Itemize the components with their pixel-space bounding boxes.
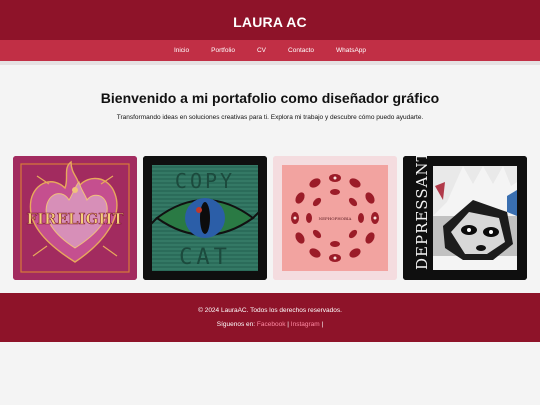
copyright-text: © 2024 LauraAC. Todos los derechos reser…	[198, 307, 342, 314]
copycat-title-top: COPY	[175, 169, 235, 193]
site-header: LAURA AC	[0, 0, 540, 40]
nav-whatsapp[interactable]: WhatsApp	[336, 47, 366, 54]
facebook-link[interactable]: Facebook	[257, 321, 286, 328]
link-separator-end: |	[321, 321, 324, 328]
follow-label: Síguenos en:	[216, 321, 256, 328]
eye-icon: COPY CAT	[143, 156, 267, 280]
site-footer: © 2024 LauraAC. Todos los derechos reser…	[0, 293, 540, 342]
eyes-ring-icon: NEPHOPHOBIA	[273, 156, 397, 280]
nav-inicio[interactable]: Inicio	[174, 47, 189, 54]
portfolio-item-depressant[interactable]: DEPRESSANT	[403, 156, 527, 280]
raccoon-icon: DEPRESSANT	[403, 156, 527, 280]
instagram-link[interactable]: Instagram	[291, 321, 320, 328]
firelight-title: FIRELIGHT	[26, 210, 124, 228]
flame-heart-icon: FIRELIGHT	[13, 156, 137, 280]
portfolio-item-firelight[interactable]: FIRELIGHT	[13, 156, 137, 280]
hero-subtitle: Transformando ideas en soluciones creati…	[116, 114, 424, 121]
portfolio-item-copycat[interactable]: COPY CAT	[143, 156, 267, 280]
eyes-title: NEPHOPHOBIA	[319, 216, 352, 221]
copycat-title-bottom: CAT	[179, 245, 231, 270]
nav-portfolio[interactable]: Portfolio	[211, 47, 235, 54]
main-nav: Inicio Portfolio CV Contacto WhatsApp	[0, 40, 540, 61]
social-links: Síguenos en: Facebook | Instagram |	[0, 321, 540, 328]
portfolio-gallery: FIRELIGHT COPY CAT NEPHOPHOBIA DEPRESSAN…	[13, 156, 527, 280]
nav-divider	[0, 61, 540, 65]
portfolio-item-eyes[interactable]: NEPHOPHOBIA	[273, 156, 397, 280]
depressant-title: DEPRESSANT	[413, 156, 431, 270]
link-separator: |	[287, 321, 289, 328]
nav-contacto[interactable]: Contacto	[288, 47, 314, 54]
site-brand[interactable]: LAURA AC	[233, 0, 307, 44]
nav-cv[interactable]: CV	[257, 47, 266, 54]
hero-title: Bienvenido a mi portafolio como diseñado…	[100, 90, 440, 106]
